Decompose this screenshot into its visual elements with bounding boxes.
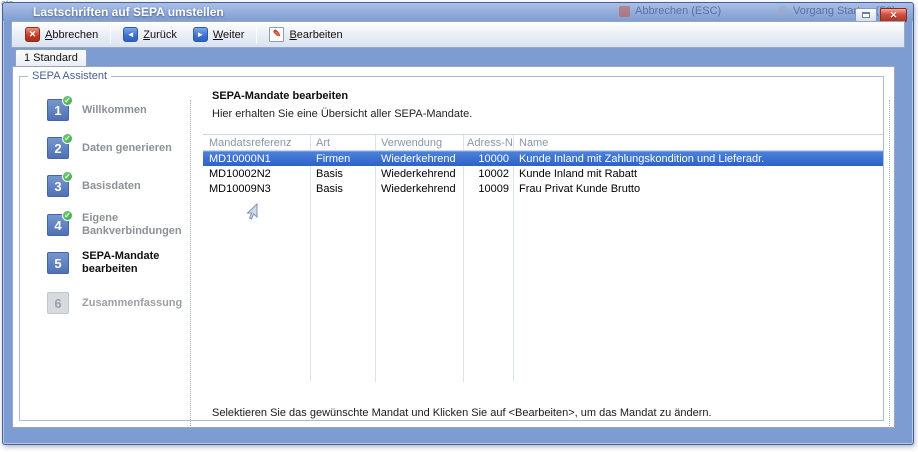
dialog-window: Abbrechen (ESC) Vorgang Starten (F9) Las… — [2, 2, 914, 445]
sepa-assistent-groupbox: SEPA Assistent 1 ✓ Willkommen 2 ✓ Daten … — [19, 76, 884, 421]
wizard-step-3[interactable]: 3 ✓ Basisdaten — [47, 175, 186, 197]
wizard-step-2[interactable]: 2 ✓ Daten generieren — [47, 137, 186, 159]
table-cell: Wiederkehrend — [375, 168, 463, 180]
toolbar-separator — [110, 25, 111, 44]
left-dotted-separator — [190, 100, 191, 430]
table-cell: Kunde Inland mit Rabatt — [513, 168, 883, 180]
table-cell: Frau Privat Kunde Brutto — [513, 183, 883, 195]
table-cell: MD10000N1 — [203, 153, 310, 165]
zurueck-label: Zurück — [143, 29, 177, 41]
bearbeiten-button[interactable]: ✎ Bearbeiten — [261, 24, 350, 46]
arrow-right-icon: ► — [193, 27, 208, 42]
table-cell: MD10009N3 — [203, 183, 310, 195]
column-header[interactable]: Verwendung — [375, 137, 463, 149]
table-cell: Wiederkehrend — [375, 153, 463, 165]
table-row[interactable]: MD10009N3BasisWiederkehrend10009Frau Pri… — [203, 181, 883, 196]
table-cell: Basis — [310, 168, 375, 180]
toolbar-separator — [256, 25, 257, 44]
table-cell: Kunde Inland mit Zahlungskondition und L… — [513, 153, 883, 165]
groupbox-label: SEPA Assistent — [28, 70, 111, 82]
arrow-left-icon: ◄ — [123, 27, 138, 42]
ghost-cancel-icon — [619, 6, 630, 17]
table-cell: Firmen — [310, 153, 375, 165]
mandate-table: MandatsreferenzArtVerwendungAdress-Nr.Na… — [203, 134, 883, 381]
table-cell: Wiederkehrend — [375, 183, 463, 195]
wizard-step-5[interactable]: 5 SEPA-Mandate bearbeiten — [47, 250, 186, 276]
cancel-x-icon: ✕ — [25, 27, 40, 42]
wizard-step-1[interactable]: 1 ✓ Willkommen — [47, 99, 186, 121]
column-header[interactable]: Art — [310, 137, 375, 149]
right-dotted-separator — [889, 100, 890, 430]
weiter-label: Weiter — [213, 29, 245, 41]
step-label: Willkommen — [82, 104, 186, 117]
check-icon: ✓ — [62, 210, 73, 221]
check-icon: ✓ — [62, 133, 73, 144]
step-label: Basisdaten — [82, 180, 186, 193]
abbrechen-label: Abbrechen — [45, 29, 98, 41]
column-header[interactable]: Name — [513, 137, 883, 149]
weiter-button[interactable]: ► Weiter — [185, 24, 253, 46]
column-header[interactable]: Adress-Nr. — [463, 137, 513, 149]
table-cell: 10002 — [463, 168, 513, 180]
tab-standard[interactable]: 1 Standard — [15, 49, 87, 67]
bearbeiten-label: Bearbeiten — [289, 29, 342, 41]
table-cell: 10000 — [463, 153, 513, 165]
wizard-panel: SEPA Assistent 1 ✓ Willkommen 2 ✓ Daten … — [12, 66, 895, 428]
restore-icon — [862, 12, 870, 18]
content-heading: SEPA-Mandate bearbeiten — [212, 90, 348, 102]
column-header[interactable]: Mandatsreferenz — [203, 137, 310, 149]
content-subtitle: Hier erhalten Sie eine Übersicht aller S… — [212, 108, 472, 120]
table-cell: Basis — [310, 183, 375, 195]
step-label: Daten generieren — [82, 142, 186, 155]
step-label: Eigene Bankverbindungen — [82, 212, 186, 238]
check-icon: ✓ — [62, 171, 73, 182]
close-button[interactable]: ✕ — [880, 8, 907, 22]
table-row[interactable]: MD10000N1FirmenWiederkehrend10000Kunde I… — [203, 151, 883, 166]
table-header: MandatsreferenzArtVerwendungAdress-Nr.Na… — [203, 135, 883, 151]
edit-pencil-icon: ✎ — [269, 27, 284, 42]
title-bar: Abbrechen (ESC) Vorgang Starten (F9) Las… — [3, 3, 913, 21]
zurueck-button[interactable]: ◄ Zurück — [115, 24, 185, 46]
wizard-step-6[interactable]: 6 Zusammenfassung — [47, 292, 186, 314]
check-icon: ✓ — [62, 95, 73, 106]
table-cell: 10009 — [463, 183, 513, 195]
abbrechen-button[interactable]: ✕ Abbrechen — [17, 24, 106, 46]
window-title: Lastschriften auf SEPA umstellen — [33, 5, 224, 19]
table-cell: MD10002N2 — [203, 168, 310, 180]
ghost-start-icon — [777, 6, 788, 17]
ghost-cancel-label: Abbrechen (ESC) — [635, 5, 721, 17]
wizard-step-4[interactable]: 4 ✓ Eigene Bankverbindungen — [47, 212, 186, 238]
step-label: SEPA-Mandate bearbeiten — [82, 250, 186, 276]
step-label: Zusammenfassung — [82, 297, 186, 310]
restore-button[interactable] — [855, 8, 877, 22]
footer-hint: Selektieren Sie das gewünschte Mandat un… — [212, 407, 712, 419]
toolbar: ✕ Abbrechen ◄ Zurück ► Weiter ✎ Bearbeit… — [11, 21, 905, 48]
close-icon: ✕ — [890, 10, 898, 21]
table-row[interactable]: MD10002N2BasisWiederkehrend10002Kunde In… — [203, 166, 883, 181]
